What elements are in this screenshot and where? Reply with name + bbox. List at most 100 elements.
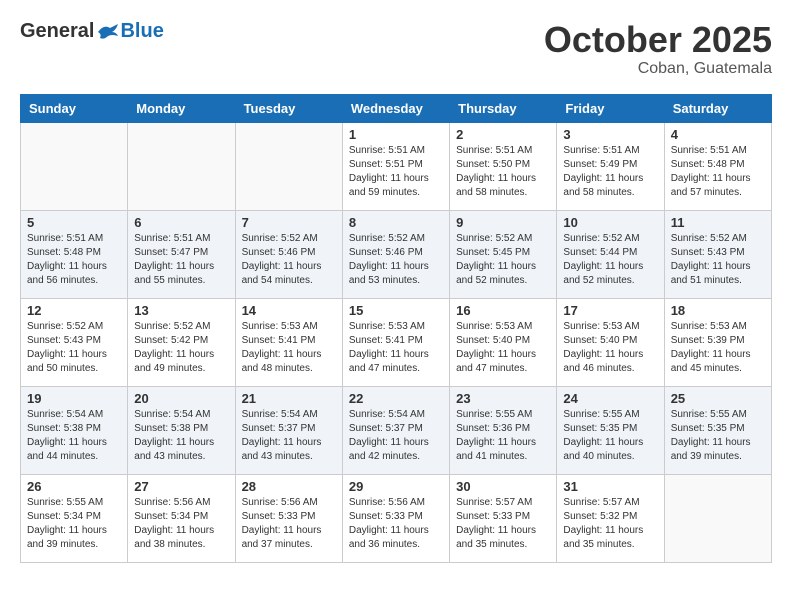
weekday-header-tuesday: Tuesday [235, 94, 342, 122]
calendar-day-cell: 29 Sunrise: 5:56 AM Sunset: 5:33 PM Dayli… [342, 474, 449, 562]
calendar-day-cell: 17 Sunrise: 5:53 AM Sunset: 5:40 PM Dayli… [557, 298, 664, 386]
calendar-day-cell: 11 Sunrise: 5:52 AM Sunset: 5:43 PM Dayli… [664, 210, 771, 298]
day-number: 5 [27, 215, 121, 230]
day-info: Sunrise: 5:51 AM Sunset: 5:47 PM Dayligh… [134, 232, 228, 288]
day-number: 30 [456, 479, 550, 494]
calendar-day-cell: 12Sunrise: 5:52 AM Sunset: 5:43 PM Dayli… [21, 298, 128, 386]
calendar-week-row: 26Sunrise: 5:55 AM Sunset: 5:34 PM Dayli… [21, 474, 772, 562]
day-info: Sunrise: 5:55 AM Sunset: 5:35 PM Dayligh… [563, 408, 657, 464]
calendar-week-row: 5 Sunrise: 5:51 AM Sunset: 5:48 PM Daylig… [21, 210, 772, 298]
day-number: 11 [671, 215, 765, 230]
calendar-day-cell [664, 474, 771, 562]
logo: General Blue [20, 20, 164, 43]
weekday-header-row: SundayMondayTuesdayWednesdayThursdayFrid… [21, 94, 772, 122]
day-number: 4 [671, 127, 765, 142]
calendar-day-cell: 10 Sunrise: 5:52 AM Sunset: 5:44 PM Dayli… [557, 210, 664, 298]
calendar-day-cell: 16 Sunrise: 5:53 AM Sunset: 5:40 PM Dayli… [450, 298, 557, 386]
day-info: Sunrise: 5:56 AM Sunset: 5:34 PM Dayligh… [134, 496, 228, 552]
calendar-day-cell [128, 122, 235, 210]
day-number: 18 [671, 303, 765, 318]
day-number: 25 [671, 391, 765, 406]
calendar-day-cell: 28 Sunrise: 5:56 AM Sunset: 5:33 PM Dayli… [235, 474, 342, 562]
day-number: 15 [349, 303, 443, 318]
day-info: Sunrise: 5:52 AM Sunset: 5:44 PM Dayligh… [563, 232, 657, 288]
calendar-week-row: 12Sunrise: 5:52 AM Sunset: 5:43 PM Dayli… [21, 298, 772, 386]
day-info: Sunrise: 5:53 AM Sunset: 5:39 PM Dayligh… [671, 320, 765, 376]
calendar-day-cell: 9 Sunrise: 5:52 AM Sunset: 5:45 PM Daylig… [450, 210, 557, 298]
calendar-day-cell: 21 Sunrise: 5:54 AM Sunset: 5:37 PM Dayli… [235, 386, 342, 474]
day-info: Sunrise: 5:52 AM Sunset: 5:43 PM Dayligh… [671, 232, 765, 288]
day-info: Sunrise: 5:56 AM Sunset: 5:33 PM Dayligh… [349, 496, 443, 552]
weekday-header-wednesday: Wednesday [342, 94, 449, 122]
calendar-day-cell: 31 Sunrise: 5:57 AM Sunset: 5:32 PM Dayli… [557, 474, 664, 562]
calendar-day-cell: 15 Sunrise: 5:53 AM Sunset: 5:41 PM Dayli… [342, 298, 449, 386]
calendar-day-cell: 4 Sunrise: 5:51 AM Sunset: 5:48 PM Daylig… [664, 122, 771, 210]
calendar-day-cell: 30 Sunrise: 5:57 AM Sunset: 5:33 PM Dayli… [450, 474, 557, 562]
day-info: Sunrise: 5:55 AM Sunset: 5:35 PM Dayligh… [671, 408, 765, 464]
calendar-day-cell: 24Sunrise: 5:55 AM Sunset: 5:35 PM Dayli… [557, 386, 664, 474]
calendar-day-cell [21, 122, 128, 210]
day-number: 13 [134, 303, 228, 318]
calendar-day-cell: 25 Sunrise: 5:55 AM Sunset: 5:35 PM Dayli… [664, 386, 771, 474]
location: Coban, Guatemala [544, 60, 772, 78]
calendar-day-cell: 14Sunrise: 5:53 AM Sunset: 5:41 PM Dayli… [235, 298, 342, 386]
day-number: 6 [134, 215, 228, 230]
day-number: 16 [456, 303, 550, 318]
calendar-day-cell: 26Sunrise: 5:55 AM Sunset: 5:34 PM Dayli… [21, 474, 128, 562]
day-info: Sunrise: 5:53 AM Sunset: 5:40 PM Dayligh… [563, 320, 657, 376]
weekday-header-saturday: Saturday [664, 94, 771, 122]
calendar-day-cell: 20Sunrise: 5:54 AM Sunset: 5:38 PM Dayli… [128, 386, 235, 474]
day-number: 8 [349, 215, 443, 230]
calendar-week-row: 19 Sunrise: 5:54 AM Sunset: 5:38 PM Dayli… [21, 386, 772, 474]
day-number: 21 [242, 391, 336, 406]
day-info: Sunrise: 5:56 AM Sunset: 5:33 PM Dayligh… [242, 496, 336, 552]
calendar-day-cell: 19 Sunrise: 5:54 AM Sunset: 5:38 PM Dayli… [21, 386, 128, 474]
day-info: Sunrise: 5:53 AM Sunset: 5:41 PM Dayligh… [349, 320, 443, 376]
day-number: 31 [563, 479, 657, 494]
day-info: Sunrise: 5:54 AM Sunset: 5:38 PM Dayligh… [27, 408, 121, 464]
page-header: General Blue October 2025 Coban, Guatema… [20, 20, 772, 78]
day-number: 12 [27, 303, 121, 318]
day-info: Sunrise: 5:52 AM Sunset: 5:46 PM Dayligh… [349, 232, 443, 288]
title-section: October 2025 Coban, Guatemala [544, 20, 772, 78]
calendar-day-cell: 18 Sunrise: 5:53 AM Sunset: 5:39 PM Dayli… [664, 298, 771, 386]
day-number: 3 [563, 127, 657, 142]
logo-blue-text: Blue [120, 20, 163, 43]
calendar-day-cell: 6 Sunrise: 5:51 AM Sunset: 5:47 PM Daylig… [128, 210, 235, 298]
calendar-day-cell: 5 Sunrise: 5:51 AM Sunset: 5:48 PM Daylig… [21, 210, 128, 298]
day-info: Sunrise: 5:51 AM Sunset: 5:49 PM Dayligh… [563, 144, 657, 200]
calendar-day-cell: 27 Sunrise: 5:56 AM Sunset: 5:34 PM Dayli… [128, 474, 235, 562]
calendar-day-cell: 2Sunrise: 5:51 AM Sunset: 5:50 PM Daylig… [450, 122, 557, 210]
day-info: Sunrise: 5:54 AM Sunset: 5:37 PM Dayligh… [242, 408, 336, 464]
day-info: Sunrise: 5:53 AM Sunset: 5:41 PM Dayligh… [242, 320, 336, 376]
day-info: Sunrise: 5:52 AM Sunset: 5:42 PM Dayligh… [134, 320, 228, 376]
day-info: Sunrise: 5:57 AM Sunset: 5:33 PM Dayligh… [456, 496, 550, 552]
day-info: Sunrise: 5:51 AM Sunset: 5:50 PM Dayligh… [456, 144, 550, 200]
day-info: Sunrise: 5:52 AM Sunset: 5:46 PM Dayligh… [242, 232, 336, 288]
day-number: 19 [27, 391, 121, 406]
day-info: Sunrise: 5:51 AM Sunset: 5:48 PM Dayligh… [671, 144, 765, 200]
day-info: Sunrise: 5:55 AM Sunset: 5:36 PM Dayligh… [456, 408, 550, 464]
calendar-day-cell: 22Sunrise: 5:54 AM Sunset: 5:37 PM Dayli… [342, 386, 449, 474]
day-info: Sunrise: 5:51 AM Sunset: 5:51 PM Dayligh… [349, 144, 443, 200]
calendar-day-cell [235, 122, 342, 210]
day-info: Sunrise: 5:57 AM Sunset: 5:32 PM Dayligh… [563, 496, 657, 552]
calendar-day-cell: 7 Sunrise: 5:52 AM Sunset: 5:46 PM Daylig… [235, 210, 342, 298]
day-number: 28 [242, 479, 336, 494]
day-number: 9 [456, 215, 550, 230]
day-number: 7 [242, 215, 336, 230]
calendar-week-row: 1Sunrise: 5:51 AM Sunset: 5:51 PM Daylig… [21, 122, 772, 210]
calendar-day-cell: 23Sunrise: 5:55 AM Sunset: 5:36 PM Dayli… [450, 386, 557, 474]
day-number: 27 [134, 479, 228, 494]
day-info: Sunrise: 5:53 AM Sunset: 5:40 PM Dayligh… [456, 320, 550, 376]
day-info: Sunrise: 5:51 AM Sunset: 5:48 PM Dayligh… [27, 232, 121, 288]
day-info: Sunrise: 5:54 AM Sunset: 5:38 PM Dayligh… [134, 408, 228, 464]
calendar-day-cell: 8 Sunrise: 5:52 AM Sunset: 5:46 PM Daylig… [342, 210, 449, 298]
calendar-day-cell: 1Sunrise: 5:51 AM Sunset: 5:51 PM Daylig… [342, 122, 449, 210]
day-number: 29 [349, 479, 443, 494]
day-number: 17 [563, 303, 657, 318]
weekday-header-sunday: Sunday [21, 94, 128, 122]
day-number: 10 [563, 215, 657, 230]
logo-general-text: General [20, 20, 94, 43]
day-info: Sunrise: 5:52 AM Sunset: 5:45 PM Dayligh… [456, 232, 550, 288]
